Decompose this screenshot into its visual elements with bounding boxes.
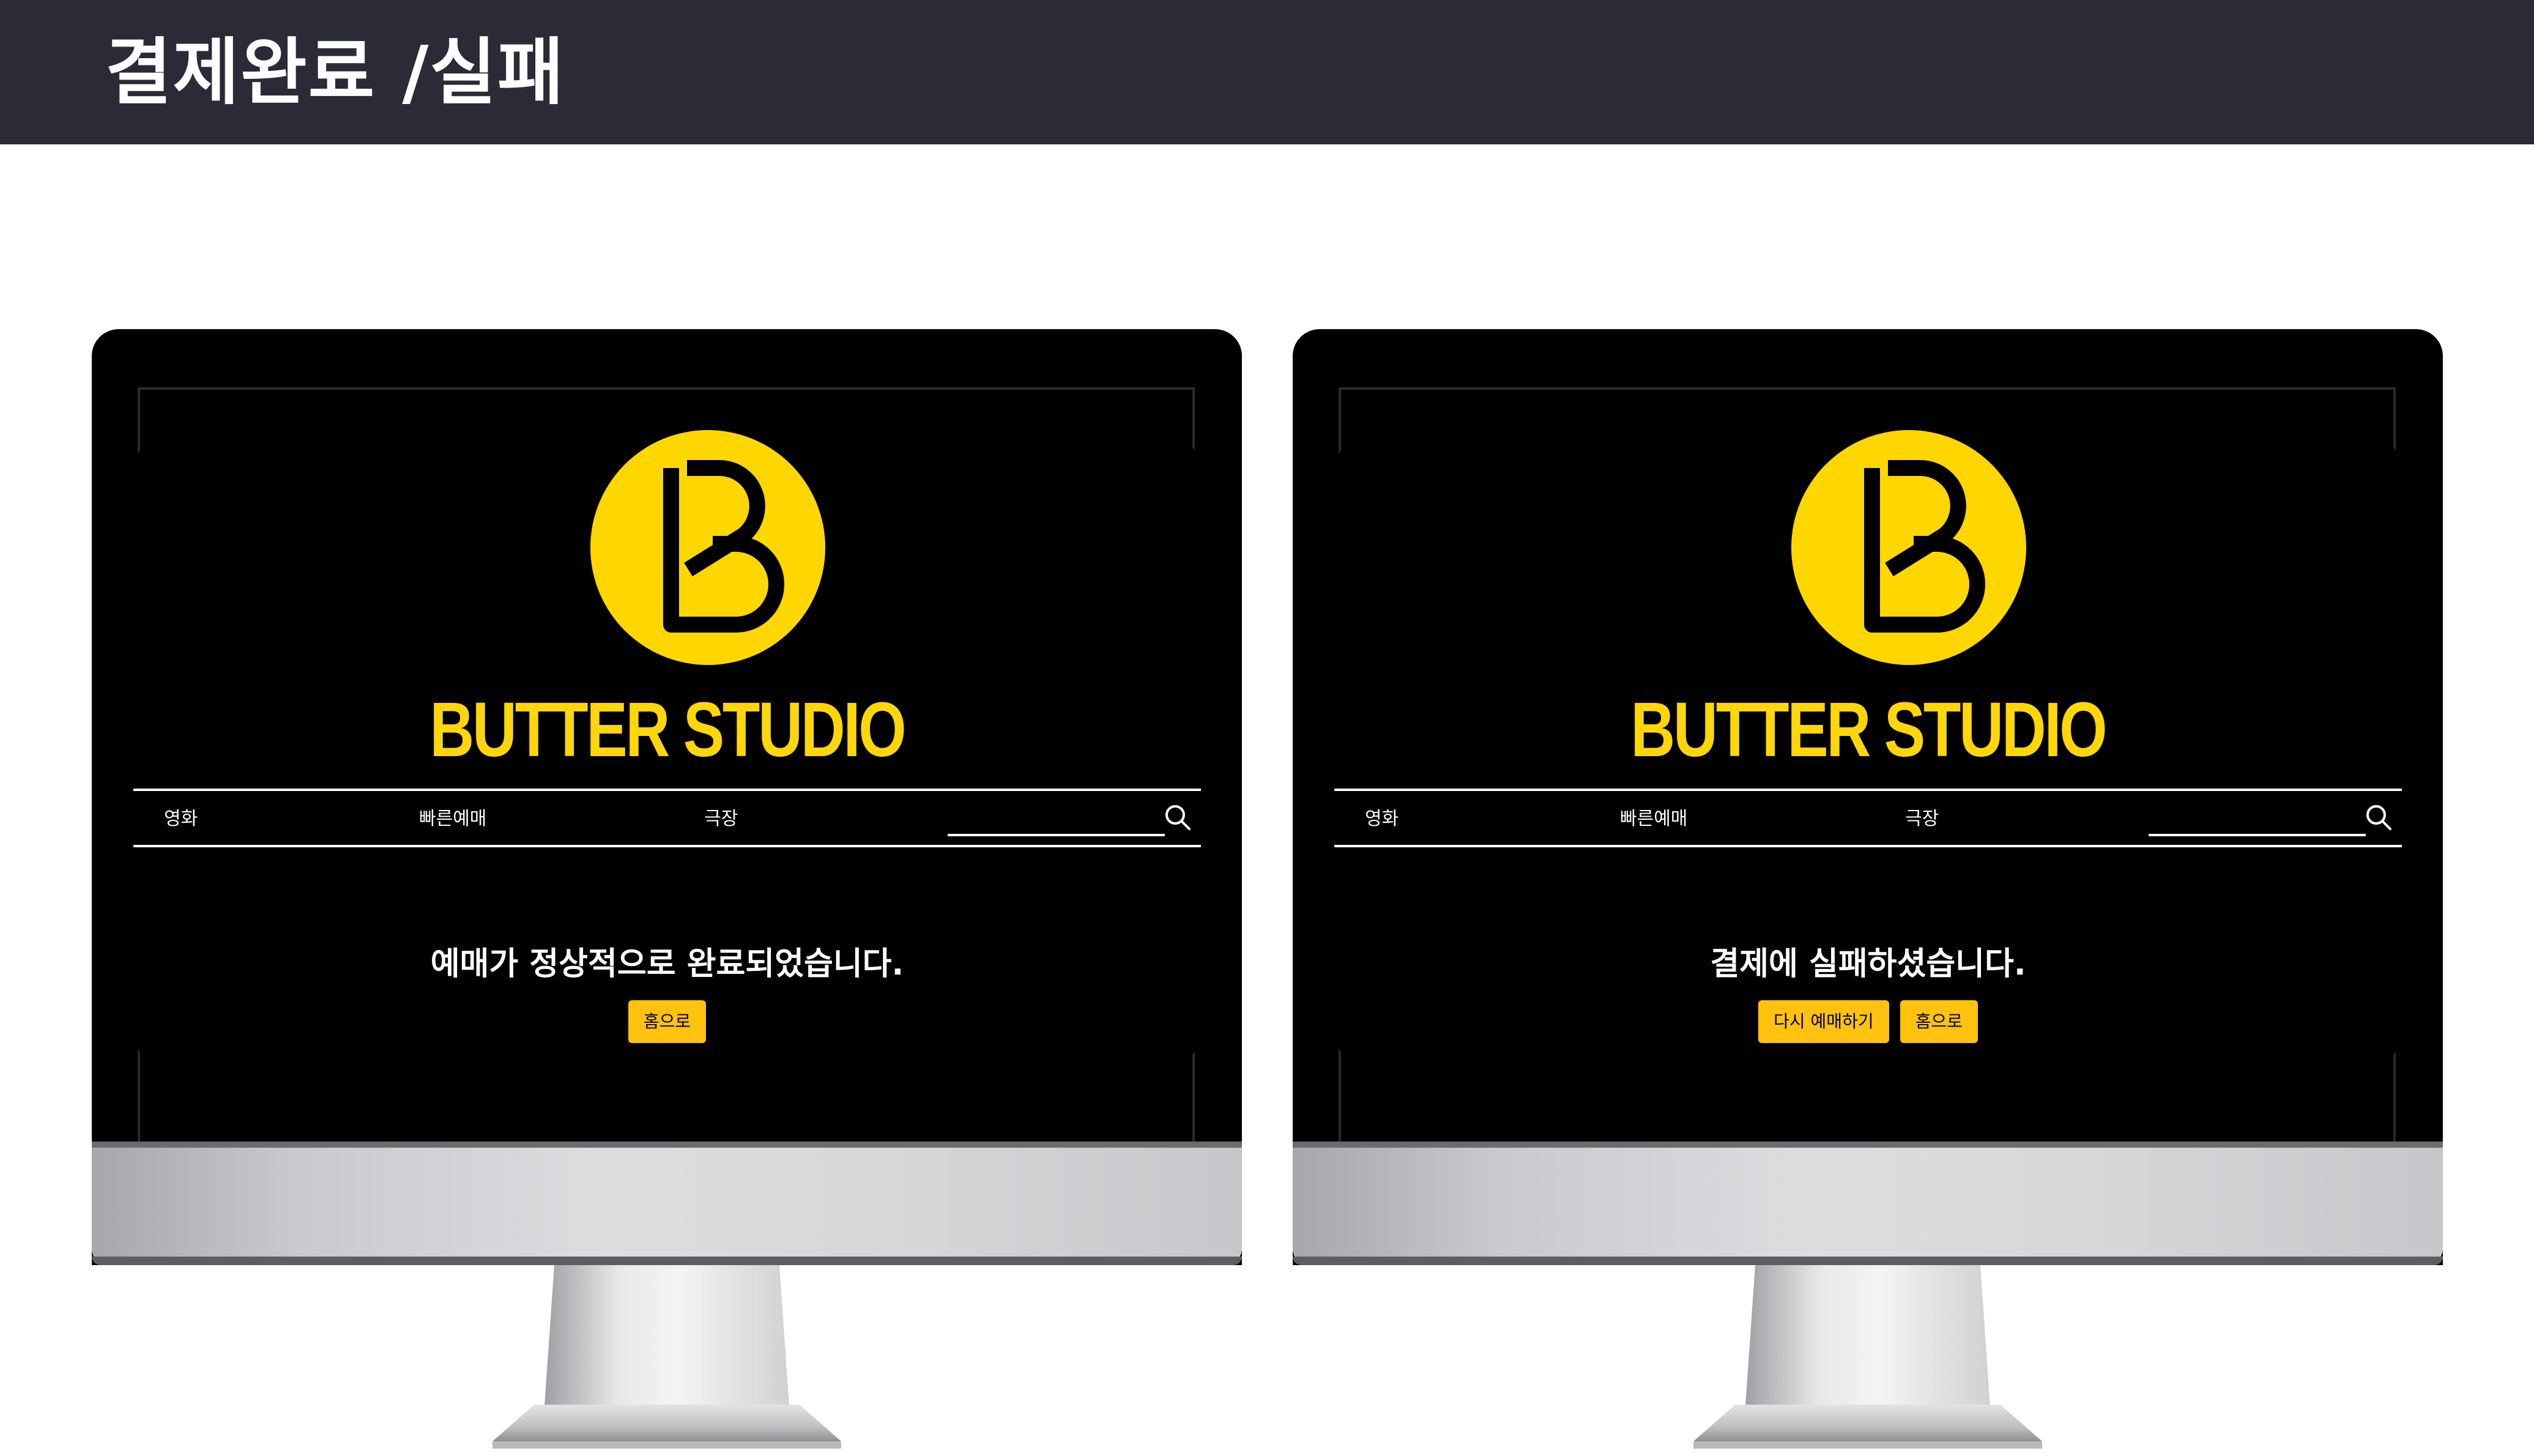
page-header: 결제완료 /실패 — [0, 0, 2534, 144]
brand-logo[interactable] — [590, 430, 825, 665]
main-nav: 영화 빠른예매 극장 — [1334, 789, 2402, 847]
search-input[interactable] — [2149, 834, 2366, 836]
monitor-chin — [92, 1142, 1242, 1265]
monitor-bezel: BUTTER STUDIO 영화 빠른예매 극장 결제에 실패하셨습니다. 다시… — [1293, 329, 2443, 1265]
nav-item-movies[interactable]: 영화 — [1365, 807, 1399, 831]
search-icon[interactable] — [1162, 802, 1193, 833]
nav-item-movies[interactable]: 영화 — [164, 807, 198, 831]
search-icon[interactable] — [2363, 802, 2394, 833]
success-actions: 홈으로 — [133, 1000, 1201, 1043]
site-failure-page: BUTTER STUDIO 영화 빠른예매 극장 결제에 실패하셨습니다. 다시… — [1334, 430, 2402, 1072]
success-message: 예매가 정상적으로 완료되었습니다. — [430, 946, 904, 982]
nav-item-theaters[interactable]: 극장 — [1905, 807, 1939, 831]
home-button[interactable]: 홈으로 — [1900, 1000, 1978, 1043]
logo-b-icon — [1864, 460, 1985, 633]
monitor-stand-shadow — [1693, 1441, 2042, 1449]
monitor-chin-edge — [1293, 1257, 2443, 1265]
brand-name: BUTTER STUDIO — [429, 686, 907, 773]
monitor-chin-edge — [92, 1257, 1242, 1265]
page-title: 결제완료 /실패 — [105, 30, 565, 114]
monitor-stand-shadow — [492, 1441, 841, 1449]
monitor-stand-neck — [1745, 1265, 1990, 1406]
site-success-page: BUTTER STUDIO 영화 빠른예매 극장 예매가 정상적으로 완료되었습… — [133, 430, 1201, 1072]
monitor-stand-neck — [544, 1265, 789, 1406]
nav-item-theaters[interactable]: 극장 — [704, 807, 738, 831]
monitor-bezel: BUTTER STUDIO 영화 빠른예매 극장 예매가 정상적으로 완료되었습… — [92, 329, 1242, 1265]
logo-b-icon — [663, 460, 784, 633]
main-nav: 영화 빠른예매 극장 — [133, 789, 1201, 847]
monitor-stand-base — [492, 1405, 841, 1441]
home-button[interactable]: 홈으로 — [628, 1000, 707, 1043]
monitor-success: BUTTER STUDIO 영화 빠른예매 극장 예매가 정상적으로 완료되었습… — [92, 329, 1242, 1456]
retry-booking-button[interactable]: 다시 예매하기 — [1758, 1000, 1889, 1043]
nav-item-quick-booking[interactable]: 빠른예매 — [419, 807, 486, 831]
failure-actions: 다시 예매하기 홈으로 — [1334, 1000, 2402, 1043]
brand-name: BUTTER STUDIO — [1630, 686, 2108, 773]
search-input[interactable] — [948, 834, 1165, 836]
monitor-chin — [1293, 1142, 2443, 1265]
nav-item-quick-booking[interactable]: 빠른예매 — [1620, 807, 1687, 831]
brand-logo[interactable] — [1791, 430, 2026, 665]
monitor-failure: BUTTER STUDIO 영화 빠른예매 극장 결제에 실패하셨습니다. 다시… — [1293, 329, 2443, 1456]
failure-message: 결제에 실패하셨습니다. — [1710, 946, 2026, 982]
monitor-stand-base — [1693, 1405, 2042, 1441]
